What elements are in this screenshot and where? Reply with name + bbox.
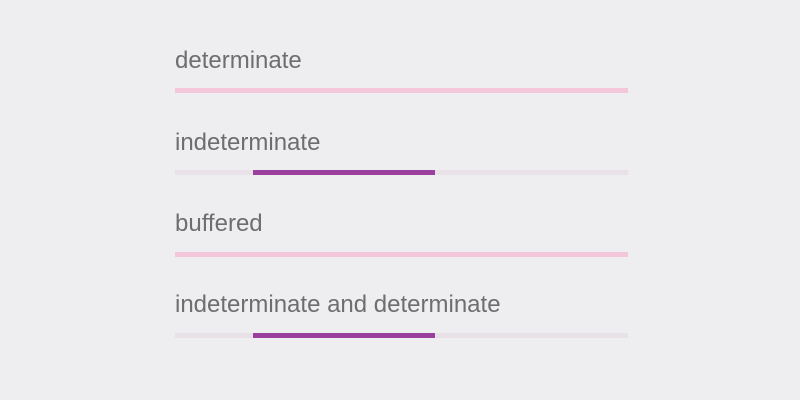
progress-bar-indicator	[253, 333, 435, 338]
progress-bar-buffered	[175, 252, 628, 257]
progress-bar-indeterminate-and-determinate	[175, 333, 628, 338]
progress-label: buffered	[175, 210, 263, 237]
progress-label: determinate	[175, 47, 302, 74]
progress-bar-indeterminate	[175, 170, 628, 175]
progress-label: indeterminate	[175, 129, 321, 156]
progress-demo-page: { "colors": { "background": "#eeedf0", "…	[0, 0, 800, 400]
progress-label: indeterminate and determinate	[175, 291, 501, 318]
progress-bar-indicator	[253, 170, 435, 175]
progress-bar-determinate	[175, 88, 628, 93]
